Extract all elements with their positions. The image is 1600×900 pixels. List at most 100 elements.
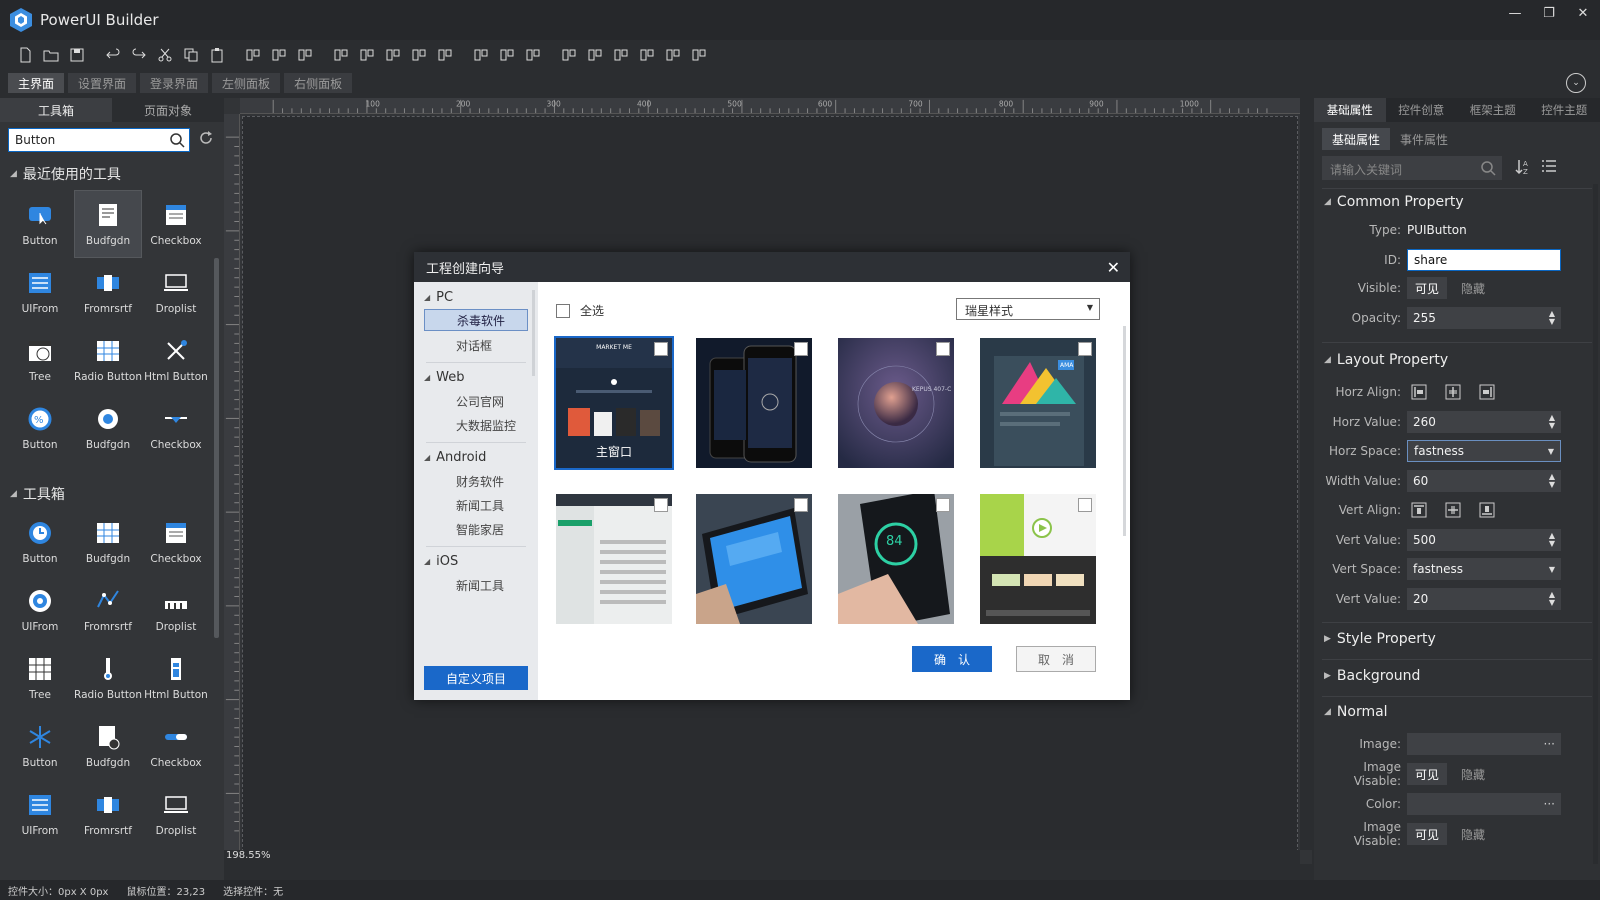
vertical-scrollbar[interactable] [1300, 98, 1312, 850]
tab-page-objects[interactable]: 页面对象 [112, 98, 224, 122]
subtab-basic[interactable]: 基础属性 [1322, 128, 1391, 150]
align-top-icon[interactable] [1407, 499, 1431, 521]
tool-html-button[interactable]: Html Button [142, 644, 210, 712]
template-checkbox[interactable] [654, 498, 668, 512]
move-down-icon[interactable] [608, 43, 634, 67]
template-checkbox[interactable] [936, 498, 950, 512]
custom-project-button[interactable]: 自定义项目 [424, 666, 528, 690]
tool-uifrom[interactable]: UIFrom [6, 576, 74, 644]
open-folder-icon[interactable] [38, 43, 64, 67]
align-vcenter-icon[interactable] [266, 43, 292, 67]
minimize-icon[interactable]: — [1498, 0, 1532, 26]
tab-right-panel[interactable]: 右侧面板 [284, 73, 353, 93]
tab-settings[interactable]: 设置界面 [68, 73, 137, 93]
tool-button[interactable]: Button [6, 190, 74, 258]
cut-icon[interactable] [152, 43, 178, 67]
style-select[interactable]: 瑞星样式 ▼ [956, 298, 1100, 320]
group-android[interactable]: ◢ Android [424, 450, 486, 465]
move-left-icon[interactable] [556, 43, 582, 67]
more-icon[interactable]: ··· [1544, 797, 1555, 811]
category-smart-home[interactable]: 智能家居 [424, 518, 528, 540]
close-icon[interactable]: ✕ [1107, 258, 1120, 277]
template-checkbox[interactable] [936, 342, 950, 356]
select-all-checkbox[interactable]: 全选 [556, 302, 604, 319]
template-checkbox[interactable] [1078, 342, 1092, 356]
more-icon[interactable]: ··· [1544, 737, 1555, 751]
tool-tree[interactable]: Tree [6, 644, 74, 712]
recent-tools-header[interactable]: ◢ 最近使用的工具 [10, 164, 121, 184]
tab-control-ideas[interactable]: 控件创意 [1386, 98, 1458, 122]
stepper-arrows-icon[interactable]: ▲ ▼ [1549, 591, 1555, 607]
move-right-icon[interactable] [582, 43, 608, 67]
template-checkbox[interactable] [794, 498, 808, 512]
close-icon[interactable]: ✕ [1566, 0, 1600, 26]
tool-button[interactable]: Button [6, 508, 74, 576]
align-bottom-icon[interactable] [1475, 499, 1499, 521]
preview-icon[interactable] [686, 43, 712, 67]
align-center-icon[interactable] [1441, 381, 1465, 403]
checkbox-box[interactable] [556, 303, 570, 318]
distribute-horizontal-icon[interactable] [406, 43, 432, 67]
stepper-arrows-icon[interactable]: ▲ ▼ [1549, 310, 1555, 326]
new-file-icon[interactable] [12, 43, 38, 67]
template-thumbnail[interactable] [556, 494, 672, 624]
tool-checkbox[interactable]: Checkbox [142, 190, 210, 258]
redo-icon[interactable] [126, 43, 152, 67]
template-thumbnail[interactable]: 84 [838, 494, 954, 624]
stepper-arrows-icon[interactable]: ▲ ▼ [1549, 414, 1555, 430]
tool-checkbox[interactable]: Checkbox [142, 508, 210, 576]
tool-fromrsrtf[interactable]: Fromrsrtf [74, 780, 142, 848]
tool-uifrom[interactable]: UIFrom [6, 780, 74, 848]
stepper-arrows-icon[interactable]: ▲ ▼ [1549, 532, 1555, 548]
category-scrollbar[interactable] [532, 290, 535, 376]
sort-icon[interactable]: AZ [1514, 158, 1532, 176]
group-web[interactable]: ◢ Web [424, 370, 465, 385]
tool-radio-button[interactable]: Radio Button [74, 644, 142, 712]
template-thumbnail[interactable] [696, 494, 812, 624]
align-middle-icon[interactable] [1441, 499, 1465, 521]
background-header[interactable]: ▶ Background [1324, 668, 1420, 684]
tool-button[interactable]: % Button [6, 394, 74, 462]
save-icon[interactable] [64, 43, 90, 67]
visible-on-button[interactable]: 可见 [1407, 277, 1448, 299]
category-dialog[interactable]: 对话框 [424, 334, 528, 356]
same-size-icon[interactable] [520, 43, 546, 67]
undo-icon[interactable] [100, 43, 126, 67]
category-antivirus[interactable]: 杀毒软件 [424, 309, 528, 331]
align-left-icon[interactable] [328, 43, 354, 67]
group-ios[interactable]: ◢ iOS [424, 554, 458, 569]
layout-property-header[interactable]: ◢ Layout Property [1324, 352, 1448, 368]
dropdown-arrow-icon[interactable]: ▼ [1548, 447, 1554, 456]
align-left-icon[interactable] [1407, 381, 1431, 403]
search-icon[interactable] [1480, 160, 1496, 176]
tool-button[interactable]: Button [6, 712, 74, 780]
id-field[interactable]: share [1407, 249, 1561, 271]
search-icon[interactable] [169, 132, 185, 148]
tool-droplist[interactable]: Droplist [142, 780, 210, 848]
tool-radio-button[interactable]: Radio Button [74, 326, 142, 394]
tool-budfgdn[interactable]: Budfgdn [74, 394, 142, 462]
same-height-icon[interactable] [494, 43, 520, 67]
cancel-button[interactable]: 取消 [1016, 646, 1096, 672]
template-thumbnail[interactable] [696, 338, 812, 468]
tool-budfgdn[interactable]: Budfgdn [74, 190, 142, 258]
category-ios-news[interactable]: 新闻工具 [424, 574, 528, 596]
tab-basic-props[interactable]: 基础属性 [1314, 98, 1386, 122]
template-checkbox[interactable] [794, 342, 808, 356]
tab-frame-theme[interactable]: 框架主题 [1457, 98, 1529, 122]
align-hcenter-icon[interactable] [354, 43, 380, 67]
right-scrollbar[interactable] [1593, 184, 1598, 864]
tool-html-button[interactable]: Html Button [142, 326, 210, 394]
image-visible-off-button[interactable]: 隐藏 [1447, 763, 1499, 785]
align-right-icon[interactable] [380, 43, 406, 67]
category-news[interactable]: 新闻工具 [424, 494, 528, 516]
width-value-stepper[interactable]: 60 ▲ ▼ [1407, 470, 1561, 492]
template-checkbox[interactable] [1078, 498, 1092, 512]
paste-icon[interactable] [204, 43, 230, 67]
template-checkbox[interactable] [654, 342, 668, 356]
align-right-icon[interactable] [1475, 381, 1499, 403]
refresh-icon[interactable] [198, 130, 214, 146]
tool-uifrom[interactable]: UIFrom [6, 258, 74, 326]
category-finance[interactable]: 财务软件 [424, 470, 528, 492]
template-thumbnail[interactable] [980, 494, 1096, 624]
